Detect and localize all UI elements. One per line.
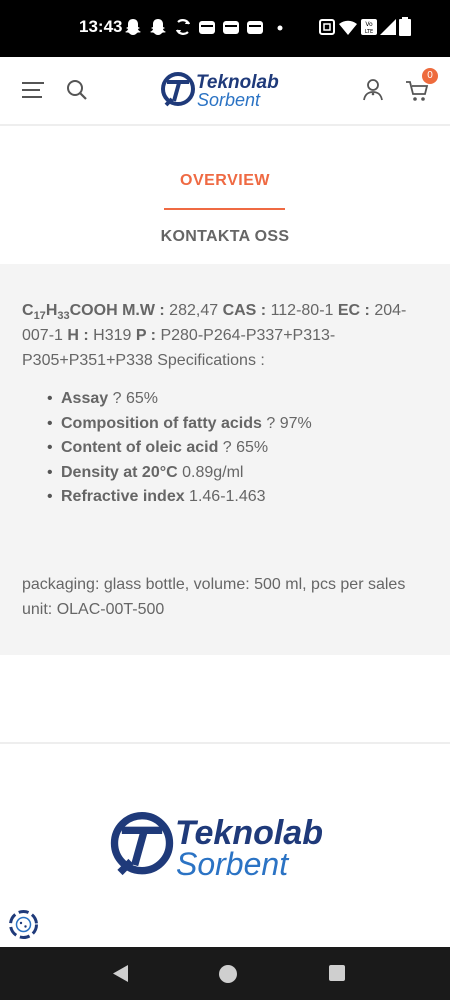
- recents-icon[interactable]: [328, 964, 346, 982]
- wifi-icon: [339, 20, 357, 35]
- more-notifications-icon: [277, 25, 283, 31]
- system-navigation-bar: [0, 947, 450, 1000]
- h-label: H :: [67, 327, 89, 344]
- battery-icon: [399, 17, 411, 36]
- nfc-icon: [319, 19, 335, 35]
- cas-value: 112-80-1: [266, 302, 338, 319]
- svg-text:LTE: LTE: [365, 29, 373, 35]
- svg-text:Vo: Vo: [365, 21, 373, 28]
- logo-mark-icon: [110, 812, 174, 876]
- snapchat-icon: [125, 19, 141, 35]
- cas-label: CAS :: [222, 302, 267, 319]
- formula: C17H33COOH M.W :: [22, 302, 165, 322]
- product-tabs: OVERVIEW KONTAKTA OSS: [0, 126, 450, 264]
- logo-mark-icon: [161, 72, 195, 107]
- wallet-icon: [247, 21, 263, 34]
- overview-panel: C17H33COOH M.W : 282,47 CAS : 112-80-1 E…: [0, 264, 450, 655]
- spec-paragraph: C17H33COOH M.W : 282,47 CAS : 112-80-1 E…: [22, 298, 417, 373]
- wallet-icon: [199, 21, 215, 34]
- cart-icon[interactable]: [405, 80, 429, 102]
- footer-divider: [0, 742, 450, 744]
- search-icon[interactable]: [66, 79, 88, 101]
- wallet-icon: [223, 21, 239, 34]
- spec-list: Assay ? 65% Composition of fatty acids ?…: [47, 387, 427, 510]
- footer-logo-text-secondary: Sorbent: [176, 846, 289, 882]
- list-item: Refractive index 1.46-1.463: [47, 485, 427, 510]
- cookie-settings-icon[interactable]: [7, 908, 40, 941]
- back-icon[interactable]: [112, 964, 129, 983]
- menu-icon[interactable]: [22, 82, 44, 100]
- list-item: Composition of fatty acids ? 97%: [47, 412, 427, 437]
- logo-text-secondary: Sorbent: [197, 90, 261, 110]
- tab-contact[interactable]: KONTAKTA OSS: [0, 228, 450, 246]
- status-bar: 13:43 Vo LTE: [0, 0, 450, 57]
- active-tab-indicator: [164, 208, 285, 210]
- list-item: Assay ? 65%: [47, 387, 427, 412]
- tab-overview[interactable]: OVERVIEW: [0, 172, 450, 190]
- snapchat-icon: [150, 19, 166, 35]
- home-icon[interactable]: [218, 964, 238, 984]
- packaging-info: packaging: glass bottle, volume: 500 ml,…: [22, 576, 406, 618]
- mw-value: 282,47: [164, 302, 223, 319]
- list-item: Density at 20°C 0.89g/ml: [47, 461, 427, 486]
- footer-logo[interactable]: Teknolab Sorbent: [109, 806, 341, 884]
- site-header: Teknolab Sorbent: [0, 57, 450, 126]
- sync-icon: [176, 19, 190, 35]
- cart-count-badge: 0: [422, 68, 438, 84]
- status-time: 13:43: [79, 17, 123, 36]
- volte-icon: VoLTE: [361, 19, 377, 35]
- signal-icon: [380, 19, 396, 35]
- h-value: H319: [88, 327, 136, 344]
- user-account-icon[interactable]: [362, 78, 384, 102]
- ec-label: EC :: [337, 302, 370, 319]
- list-item: Content of oleic acid ? 65%: [47, 436, 427, 461]
- site-logo[interactable]: Teknolab Sorbent: [160, 69, 290, 113]
- p-label: P :: [135, 327, 156, 344]
